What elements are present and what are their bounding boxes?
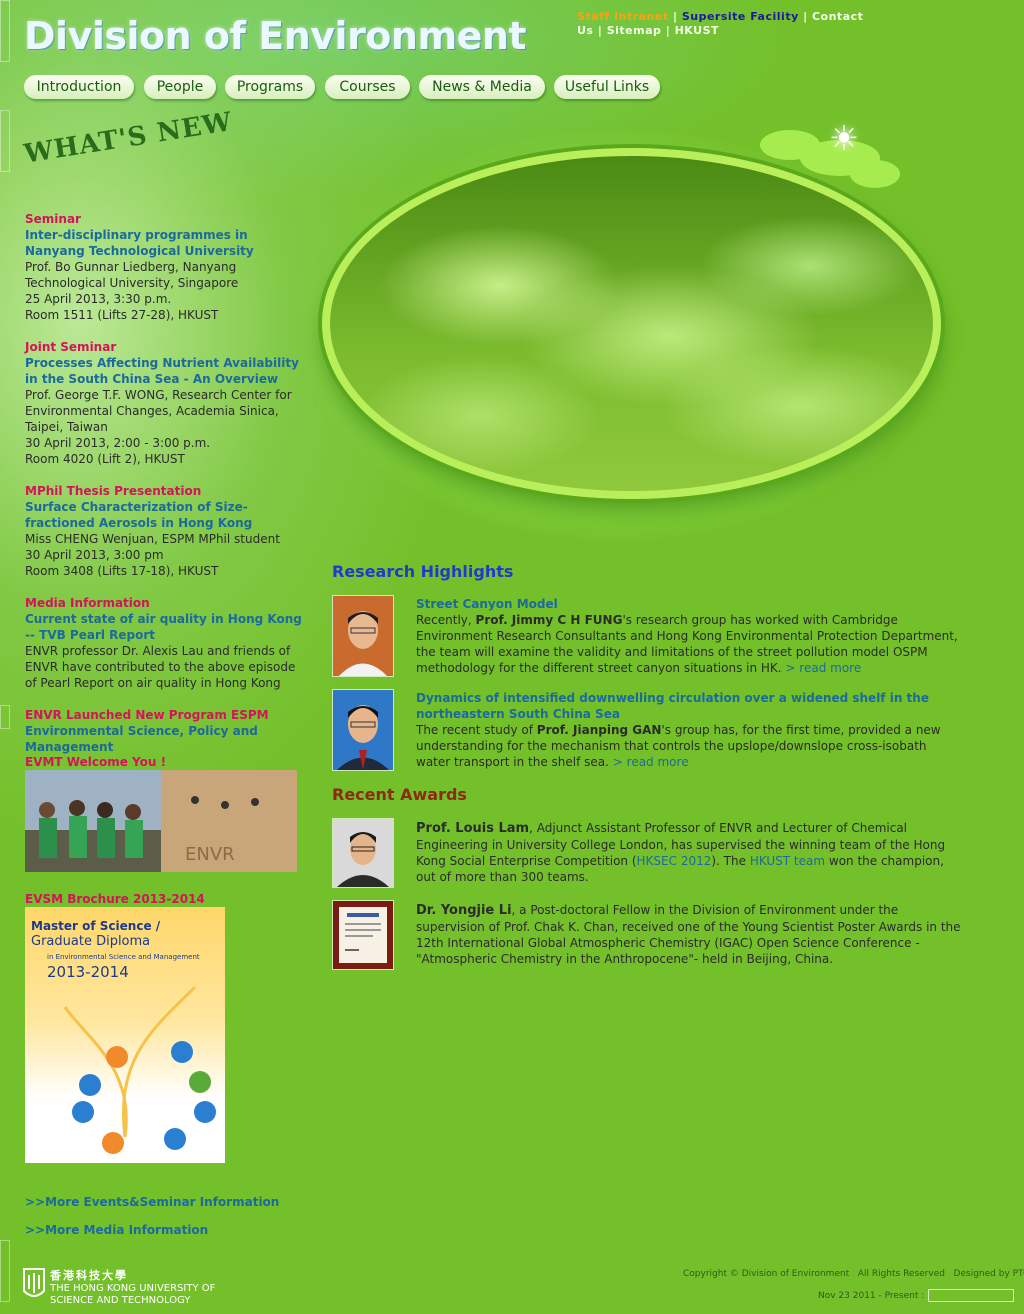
hkust-english-name-1: THE HONG KONG UNIVERSITY OF xyxy=(50,1283,216,1294)
separator: | xyxy=(803,10,808,23)
evsm-brochure-label: EVSM Brochure 2013-2014 xyxy=(25,892,205,906)
nav-useful-links[interactable]: Useful Links xyxy=(554,75,660,99)
avatar xyxy=(333,690,393,770)
award-photo-lam[interactable] xyxy=(332,818,394,888)
news-category: Media Information xyxy=(25,596,150,610)
evsm-brochure-cover[interactable]: Master of Science / Graduate Diploma in … xyxy=(25,907,225,1163)
news-category: Seminar xyxy=(25,212,81,226)
left-edge-marker xyxy=(0,0,10,62)
hkust-emblem-icon xyxy=(23,1268,45,1297)
news-title-link[interactable]: Environmental Science, Policy and Manage… xyxy=(25,723,315,755)
news-item: Seminar Inter-disciplinary programmes in… xyxy=(25,211,305,323)
news-venue: Room 4020 (Lift 2), HKUST xyxy=(25,452,185,466)
research-highlights-heading: Research Highlights xyxy=(332,562,514,581)
read-more-link[interactable]: > read more xyxy=(785,661,861,675)
certificate-image xyxy=(333,901,393,969)
award-item: Dr. Yongjie Li, a Post-doctoral Fellow i… xyxy=(416,902,961,967)
news-category: ENVR Launched New Program ESPM xyxy=(25,708,269,722)
separator: | xyxy=(672,10,678,23)
brochure-graphic xyxy=(63,985,216,1154)
left-edge-marker xyxy=(0,705,10,729)
separator: | xyxy=(597,24,603,37)
news-detail: Prof. Bo Gunnar Liedberg, Nanyang Techno… xyxy=(25,260,239,290)
site-title[interactable]: Division of Environment xyxy=(24,14,527,58)
hksec-2012-link[interactable]: HKSEC 2012 xyxy=(637,854,712,868)
news-title-link[interactable]: Surface Characterization of Size-fractio… xyxy=(25,499,305,531)
read-more-link[interactable]: > read more xyxy=(613,755,689,769)
nav-introduction[interactable]: Introduction xyxy=(24,75,134,99)
hkust-link[interactable]: HKUST xyxy=(675,24,719,37)
recent-awards-heading: Recent Awards xyxy=(332,785,467,804)
news-detail: ENVR professor Dr. Alexis Lau and friend… xyxy=(25,644,296,690)
visit-counter-box xyxy=(928,1289,1014,1302)
award-text: ). The xyxy=(711,854,750,868)
nav-people[interactable]: People xyxy=(144,75,216,99)
research-photo-fung[interactable] xyxy=(332,595,394,677)
svg-text:ENVR: ENVR xyxy=(185,844,235,865)
more-media-link[interactable]: >>More Media Information xyxy=(25,1223,208,1237)
more-events-link[interactable]: >>More Events&Seminar Information xyxy=(25,1195,279,1209)
news-venue: Room 3408 (Lifts 17-18), HKUST xyxy=(25,564,219,578)
research-title-link[interactable]: Dynamics of intensified downwelling circ… xyxy=(416,690,961,722)
award-photo-certificate[interactable] xyxy=(332,900,394,970)
award-recipient-name: Prof. Louis Lam xyxy=(416,821,530,836)
hkust-chinese-name: 香港科技大學 xyxy=(50,1269,128,1282)
news-date: 30 April 2013, 3:00 pm xyxy=(25,548,164,562)
summary-text: The recent study of xyxy=(416,723,537,737)
avatar xyxy=(333,819,393,887)
evmt-welcome-label: EVMT Welcome You ! xyxy=(25,755,167,769)
nav-courses[interactable]: Courses xyxy=(325,75,410,99)
visit-counter-label: Nov 23 2011 - Present : xyxy=(818,1291,925,1301)
research-summary: Recently, Prof. Jimmy C H FUNG's researc… xyxy=(416,612,961,676)
news-title-link[interactable]: Inter-disciplinary programmes in Nanyang… xyxy=(25,227,305,259)
hkust-team-link[interactable]: HKUST team xyxy=(750,854,825,868)
news-date: 30 April 2013, 2:00 - 3:00 p.m. xyxy=(25,436,211,450)
news-date: 25 April 2013, 3:30 p.m. xyxy=(25,292,172,306)
research-item: Dynamics of intensified downwelling circ… xyxy=(416,690,961,770)
left-edge-marker xyxy=(0,1240,10,1302)
copyright-text: Copyright © Division of Environment All … xyxy=(683,1269,1024,1279)
news-title-link[interactable]: Current state of air quality in Hong Kon… xyxy=(25,611,305,643)
research-item: Street Canyon Model Recently, Prof. Jimm… xyxy=(416,596,961,676)
news-category: MPhil Thesis Presentation xyxy=(25,484,202,498)
news-title-link[interactable]: Processes Affecting Nutrient Availabilit… xyxy=(25,355,305,387)
award-item: Prof. Louis Lam, Adjunct Assistant Profe… xyxy=(416,820,961,885)
news-item: MPhil Thesis Presentation Surface Charac… xyxy=(25,483,305,579)
hero-sky-image xyxy=(322,148,941,499)
separator: | xyxy=(665,24,671,37)
news-detail: Prof. George T.F. WONG, Research Center … xyxy=(25,388,292,434)
news-venue: Room 1511 (Lifts 27-28), HKUST xyxy=(25,308,219,322)
researcher-name: Prof. Jianping GAN xyxy=(536,723,662,737)
left-edge-marker xyxy=(0,110,10,172)
research-summary: The recent study of Prof. Jianping GAN's… xyxy=(416,722,961,770)
researcher-name: Prof. Jimmy C H FUNG xyxy=(475,613,623,627)
news-detail: Miss CHENG Wenjuan, ESPM MPhil student xyxy=(25,532,280,546)
news-item: ENVR Launched New Program ESPM Environme… xyxy=(25,707,315,755)
news-item: Media Information Current state of air q… xyxy=(25,595,305,691)
research-photo-gan[interactable] xyxy=(332,689,394,771)
nav-programs[interactable]: Programs xyxy=(225,75,315,99)
summary-text: Recently, xyxy=(416,613,476,627)
nav-news-media[interactable]: News & Media xyxy=(419,75,545,99)
supersite-facility-link[interactable]: Supersite Facility xyxy=(682,10,799,23)
news-item: Joint Seminar Processes Affecting Nutrie… xyxy=(25,339,305,467)
hkust-logo[interactable]: 香港科技大學 THE HONG KONG UNIVERSITY OF SCIEN… xyxy=(22,1267,215,1307)
sun-icon: ☀ xyxy=(828,119,860,159)
staff-intranet-link[interactable]: Staff Intranet xyxy=(577,10,669,23)
top-links: Staff Intranet | Supersite Facility | Co… xyxy=(577,10,877,38)
hkust-english-name-2: SCIENCE AND TECHNOLOGY xyxy=(50,1295,191,1306)
research-title-link[interactable]: Street Canyon Model xyxy=(416,596,961,612)
evmt-photo-graphic: ENVR xyxy=(25,770,297,872)
sitemap-link[interactable]: Sitemap xyxy=(607,24,662,37)
news-category: Joint Seminar xyxy=(25,340,117,354)
cloud-decoration xyxy=(850,160,900,188)
award-recipient-name: Dr. Yongjie Li xyxy=(416,903,512,918)
evmt-photo[interactable]: ENVR xyxy=(25,770,297,872)
avatar xyxy=(333,596,393,676)
